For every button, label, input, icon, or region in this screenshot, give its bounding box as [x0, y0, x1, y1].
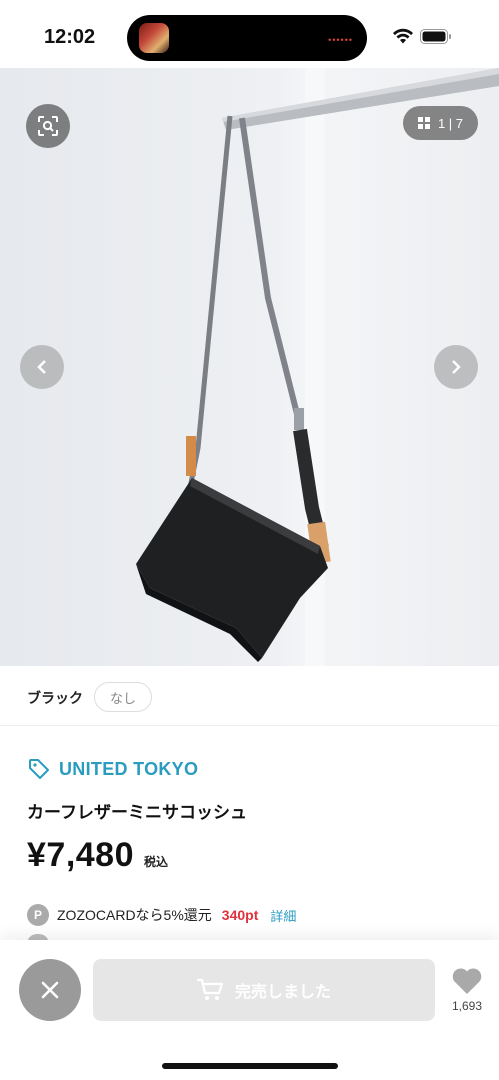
home-indicator[interactable] — [162, 1063, 338, 1069]
page-counter-text: 1 | 7 — [437, 115, 464, 131]
audio-indicator-icon: •••••• — [328, 35, 353, 45]
points-detail-link[interactable]: 詳細 — [270, 906, 296, 925]
chevron-right-icon — [452, 360, 461, 374]
bottom-action-bar: 完売しました 1,693 — [0, 940, 499, 1080]
points-row: P ZOZOCARDなら5%還元 340pt 詳細 — [27, 904, 296, 926]
lens-search-icon — [38, 116, 58, 136]
heart-icon — [452, 968, 482, 994]
points-badge-icon: P — [27, 904, 49, 926]
product-price: ¥7,480 — [27, 836, 134, 874]
variant-row: ブラック — [0, 666, 499, 726]
visual-search-button[interactable] — [26, 104, 70, 148]
product-title: カーフレザーミニサコッシュ — [27, 803, 247, 822]
next-image-button[interactable] — [434, 345, 478, 389]
color-label: ブラック — [27, 690, 83, 706]
cart-icon — [196, 978, 224, 1000]
price-row: ¥7,480 税込 — [27, 836, 168, 875]
product-image-gallery[interactable]: 1 | 7 — [0, 68, 499, 666]
points-description: ZOZOCARDなら5%還元 — [57, 907, 212, 923]
brand-link[interactable]: UNITED TOKYO — [27, 757, 198, 781]
sold-out-label: 完売しました — [234, 984, 331, 1001]
now-playing-thumbnail — [139, 23, 169, 53]
chevron-left-icon — [37, 360, 46, 374]
close-button[interactable] — [19, 959, 81, 1021]
wifi-icon — [393, 28, 413, 44]
grid-icon — [417, 117, 430, 129]
favorite-count: 1,693 — [451, 999, 483, 1013]
favorite-button[interactable]: 1,693 — [447, 967, 487, 1021]
close-icon — [41, 981, 59, 999]
battery-icon — [420, 29, 451, 44]
status-bar: 12:02 •••••• — [0, 0, 499, 68]
product-photo — [136, 68, 499, 666]
brand-name: UNITED TOKYO — [59, 758, 199, 779]
size-option[interactable]: なし — [94, 682, 152, 712]
previous-image-button[interactable] — [20, 345, 64, 389]
points-value: 340pt — [221, 907, 259, 923]
tag-icon — [29, 759, 49, 779]
dynamic-island[interactable]: •••••• — [127, 15, 367, 61]
image-page-counter[interactable]: 1 | 7 — [403, 106, 478, 140]
status-time: 12:02 — [44, 26, 96, 48]
sold-out-button[interactable]: 完売しました — [93, 959, 435, 1021]
tax-label: 税込 — [144, 855, 169, 869]
